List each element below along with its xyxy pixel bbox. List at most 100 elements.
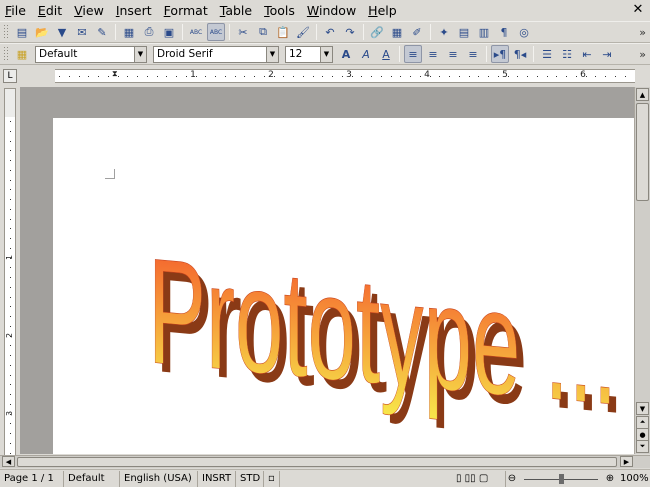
menu-view[interactable]: View [69,0,109,21]
undo-icon[interactable]: ↶ [321,23,339,41]
page-indicator[interactable]: Page 1 / 1 [0,470,64,487]
menu-file[interactable]: File [0,0,31,21]
page-preview-icon[interactable]: ▣ [160,23,178,41]
styles-and-formatting-icon[interactable]: ▦ [13,45,31,63]
paste-icon[interactable]: 📋 [274,23,292,41]
menu-table[interactable]: Table [215,0,257,21]
navigator-icon[interactable]: ✦ [435,23,453,41]
font-name-select[interactable]: Droid Serif ▼ [153,45,279,63]
vertical-scrollbar[interactable]: ▲ ▼ ⏶ ● ⏷ [634,87,650,454]
formatting-toolbar-buttons: A A A ≡ ≡ ≡ ≡ ▸¶ ¶◂ ☰ ☷ ⇤ ⇥ [336,45,617,63]
bold-icon[interactable]: A [337,45,355,63]
gallery-icon[interactable]: ▤ [455,23,473,41]
scroll-left-icon[interactable]: ◀ [2,456,15,467]
new-document-icon[interactable]: ▤ [13,23,31,41]
table-icon[interactable]: ▦ [388,23,406,41]
menu-tools[interactable]: Tools [259,0,300,21]
status-bar: Page 1 / 1 Default English (USA) INSRT S… [0,469,650,487]
formatting-marks-icon[interactable]: ¶ [495,23,513,41]
scroll-down-icon[interactable]: ▼ [636,402,649,415]
font-size-select[interactable]: 12 ▼ [285,45,333,63]
formatting-toolbar: ▦ Default ▼ Droid Serif ▼ 12 ▼ A A A ≡ ≡ ≡ ≡ ▸¶… [0,43,650,65]
close-document-icon[interactable]: ✕ [630,2,646,18]
zoom-slider-knob[interactable] [559,473,564,484]
horizontal-ruler[interactable]: ⧗ 123456 [55,69,635,83]
ruler-tick [176,76,177,77]
decrease-indent-icon[interactable]: ⇤ [578,45,596,63]
bullets-icon[interactable]: ☷ [558,45,576,63]
email-icon[interactable]: ✉ [73,23,91,41]
paragraph-style-value: Default [39,48,78,60]
spellcheck-icon[interactable]: ABC [187,23,205,41]
horizontal-scrollbar[interactable]: ◀ ▶ [0,455,650,468]
autospellcheck-icon[interactable]: ABC [207,23,225,41]
ruler-tick [566,76,567,77]
zoom-slider[interactable] [520,473,602,485]
edit-file-icon[interactable]: ✎ [93,23,111,41]
open-icon[interactable]: 📂 [33,23,51,41]
selection-mode-indicator[interactable]: STD [236,470,264,487]
increase-indent-icon[interactable]: ⇥ [598,45,616,63]
hyperlink-icon[interactable]: 🔗 [368,23,386,41]
ruler-tick [10,247,11,249]
fontwork-object[interactable]: Prototype ... Prototype ... [53,118,634,454]
italic-icon[interactable]: A [357,45,375,63]
menu-help[interactable]: Help [363,0,402,21]
zoom-percentage[interactable]: 100% [616,471,650,487]
menu-insert[interactable]: Insert [111,0,157,21]
toolbar-overflow-icon[interactable]: » [639,26,646,39]
underline-icon[interactable]: A [377,45,395,63]
left-to-right-icon[interactable]: ▸¶ [491,45,509,63]
standard-toolbar-buttons: ▤ 📂 ▼ ✉ ✎ ▦ ⎙ ▣ ABC ABC ✂ ⧉ 📋 🖌 ↶ ↷ 🔗 ▦ ✐ ✦ ▤ ▥ ¶ ◎ [12,23,534,41]
ruler-tick [107,76,109,77]
vertical-ruler[interactable]: 1 2 3 [4,117,16,462]
ruler-tick [468,76,470,77]
save-icon[interactable]: ▼ [53,23,71,41]
align-center-icon[interactable]: ≡ [424,45,442,63]
page-style-indicator[interactable]: Default [64,470,120,487]
align-left-icon[interactable]: ≡ [404,45,422,63]
numbering-icon[interactable]: ☰ [538,45,556,63]
horizontal-scroll-thumb[interactable] [17,457,617,467]
insert-mode-indicator[interactable]: INSRT [198,470,236,487]
chevron-down-icon[interactable]: ▼ [320,46,332,62]
menu-edit[interactable]: Edit [33,0,67,21]
data-sources-icon[interactable]: ▥ [475,23,493,41]
ruler-tick [10,452,11,454]
redo-icon[interactable]: ↷ [341,23,359,41]
menu-format[interactable]: Format [159,0,213,21]
cut-icon[interactable]: ✂ [234,23,252,41]
document-area[interactable]: Prototype ... Prototype ... [20,87,634,454]
menu-window[interactable]: Window [302,0,361,21]
ruler-tick [215,76,216,77]
vertical-scroll-thumb[interactable] [636,103,649,201]
chevron-down-icon[interactable]: ▼ [134,46,146,62]
scroll-up-icon[interactable]: ▲ [636,88,649,101]
right-to-left-icon[interactable]: ¶◂ [511,45,529,63]
scroll-right-icon[interactable]: ▶ [620,456,633,467]
tab-stop-type-icon[interactable]: L [3,69,17,83]
chevron-down-icon[interactable]: ▼ [266,46,278,62]
view-layout-icons[interactable]: ▯ ▯▯ ▢ [452,470,506,487]
ruler-tick [10,277,11,278]
print-icon[interactable]: ⎙ [140,23,158,41]
copy-icon[interactable]: ⧉ [254,23,272,41]
help-icon[interactable]: ◎ [515,23,533,41]
zoom-in-icon[interactable]: ⊕ [604,473,616,484]
export-pdf-icon[interactable]: ▦ [120,23,138,41]
next-page-icon[interactable]: ⏷ [636,440,649,453]
toolbar-overflow-icon[interactable]: » [639,48,646,61]
ruler-tick [400,76,402,77]
justify-icon[interactable]: ≡ [464,45,482,63]
format-paintbrush-icon[interactable]: 🖌 [294,23,312,41]
zoom-out-icon[interactable]: ⊖ [506,473,518,484]
toolbar-grip[interactable] [3,46,9,62]
paragraph-style-select[interactable]: Default ▼ [35,45,147,63]
language-indicator[interactable]: English (USA) [120,470,198,487]
ruler-tick [10,394,11,395]
ruler-label: 5 [502,70,508,80]
toolbar-grip[interactable] [3,24,9,40]
align-right-icon[interactable]: ≡ [444,45,462,63]
document-page[interactable]: Prototype ... Prototype ... [53,118,634,454]
show-draw-functions-icon[interactable]: ✐ [408,23,426,41]
